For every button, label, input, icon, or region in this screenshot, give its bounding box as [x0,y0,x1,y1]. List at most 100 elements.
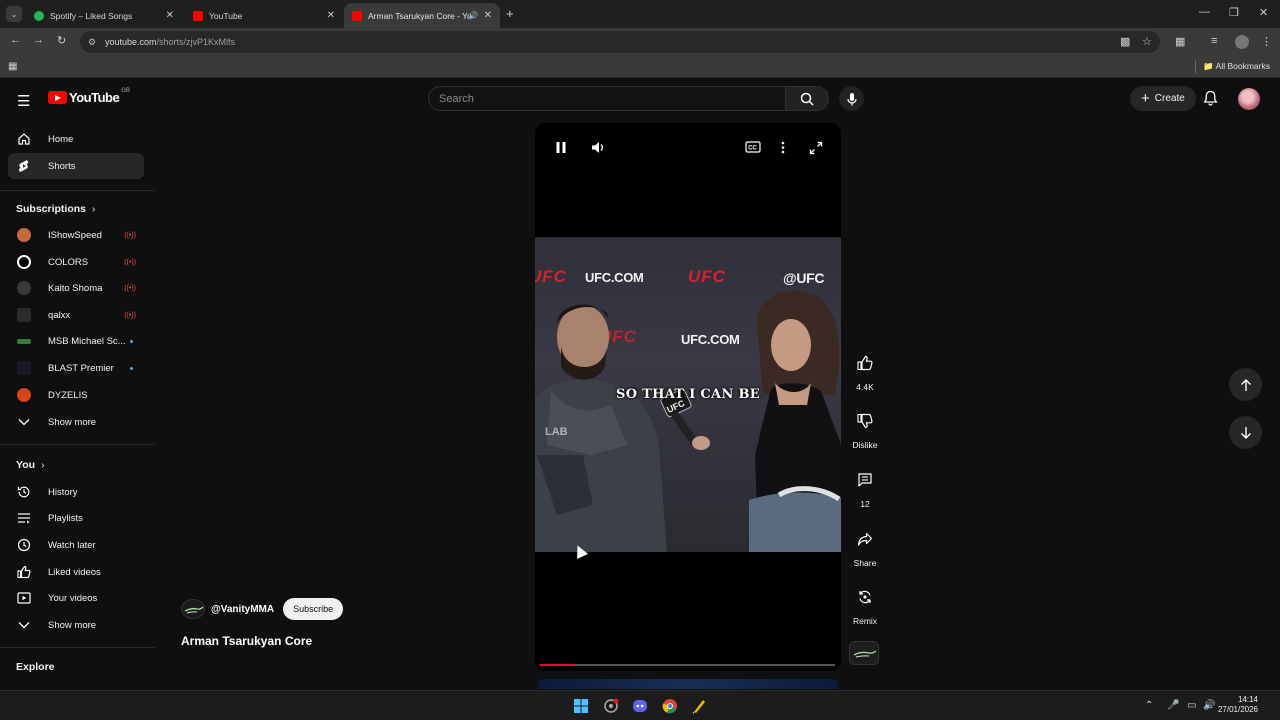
bookmark-star-icon[interactable]: ☆ [1142,35,1152,48]
short-title[interactable]: Arman Tsarukyan Core [181,634,312,648]
apps-grid-icon[interactable]: ▦ [8,61,17,72]
sidebar-item-channel[interactable]: BLAST Premier [8,355,144,381]
create-button[interactable]: + Create [1130,86,1196,111]
dislike-button[interactable] [848,404,882,438]
sidebar-item-channel[interactable]: IShowSpeed ((•)) [8,222,144,248]
show-more-label: Show more [48,416,97,428]
minimize-icon[interactable]: — [1199,6,1210,18]
tab-youtube[interactable]: YouTube ✕ [185,3,343,28]
new-tab-button[interactable]: + [506,6,514,21]
channel-name: MSB Michael Sc... [48,335,126,347]
channel-name: DYZELIS [48,389,88,401]
plus-icon: + [1141,90,1150,107]
fullscreen-icon[interactable] [809,141,823,158]
like-button[interactable] [848,346,882,380]
remix-label: Remix [852,616,878,626]
account-avatar[interactable] [1238,88,1260,110]
sidebar-item-your-videos[interactable]: Your videos [8,585,144,611]
search-button[interactable] [785,86,829,111]
tray-overflow-icon[interactable]: ⌃ [1145,700,1153,711]
you-header[interactable]: You › [16,459,44,471]
tab-search-button[interactable]: ⌄ [6,6,22,22]
subscribe-button[interactable]: Subscribe [283,598,344,620]
sidebar-item-playlists[interactable]: Playlists [8,505,144,531]
channel-avatar [16,333,32,349]
search-input[interactable]: Search [428,86,786,111]
menu-icon[interactable]: ☰ [17,92,30,110]
url-field[interactable]: ⚙ youtube.com/shorts/zjvP1KxMlfs [80,31,1160,53]
back-icon[interactable]: ← [10,34,21,46]
speaker-icon[interactable]: 🔊 [1203,700,1215,711]
audio-source-thumbnail[interactable] [849,641,879,665]
media-controls-icon[interactable]: ≡ [1211,35,1217,47]
sidebar-item-watch-later[interactable]: Watch later [8,532,144,558]
url-path: /shorts/zjvP1KxMlfs [156,37,236,47]
shorts-player[interactable]: CC UFC UFC.COM UFC @UFC UFC UFC.COM [535,123,841,671]
sidebar-item-channel[interactable]: DYZELIS [8,382,144,408]
pen-tool-app-icon[interactable] [691,698,707,714]
sidebar-item-channel[interactable]: COLORS ((•)) [8,249,144,275]
comments-button[interactable] [848,463,882,497]
tab-spotify[interactable]: Spotify – Liked Songs ✕ [26,3,182,28]
share-action[interactable]: Share [846,522,884,568]
chrome-icon[interactable] [662,698,678,714]
next-short-preview[interactable] [537,679,839,689]
comments-action[interactable]: 12 [846,463,884,509]
discord-icon[interactable] [632,698,648,714]
voice-search-button[interactable] [839,86,864,111]
captions-icon[interactable]: CC [745,141,761,156]
share-button[interactable] [848,522,882,556]
close-icon[interactable]: ✕ [166,10,174,21]
site-info-icon[interactable]: ⚙ [88,37,96,48]
all-bookmarks-button[interactable]: 📁 All Bookmarks [1203,61,1270,72]
subscriptions-header[interactable]: Subscriptions › [16,203,95,215]
sidebar-item-label: Shorts [48,160,76,172]
system-clock[interactable]: 14:14 27/01/2026 [1218,695,1258,715]
network-icon[interactable]: ▭ [1187,700,1196,711]
audio-playing-icon[interactable]: 🔊 [468,11,478,20]
video-frame: UFC UFC.COM UFC @UFC UFC UFC.COM LAB [535,237,841,552]
dislike-action[interactable]: Dislike [846,404,884,450]
channel-handle[interactable]: @VanityMMA [211,604,274,615]
remix-button[interactable] [848,580,882,614]
backdrop-url-text: UFC.COM [585,270,644,285]
pause-icon[interactable] [555,141,567,157]
youtube-logo[interactable]: YouTube GB [48,88,130,105]
windows-start-icon[interactable] [573,698,589,714]
sidebar-item-shorts[interactable]: Shorts [8,153,144,179]
close-icon[interactable]: ✕ [327,10,335,21]
install-app-icon[interactable]: ▩ [1120,35,1130,48]
close-icon[interactable]: ✕ [484,10,492,21]
reload-icon[interactable]: ↻ [57,34,66,47]
more-options-icon[interactable] [781,141,785,157]
sidebar-item-channel[interactable]: MSB Michael Sc... [8,328,144,354]
explore-header: Explore [16,661,55,673]
channel-avatar[interactable] [181,599,205,619]
forward-icon[interactable]: → [33,34,44,46]
sidebar-item-liked-videos[interactable]: Liked videos [8,559,144,585]
restore-icon[interactable]: ❐ [1229,6,1239,19]
sidebar-item-channel[interactable]: qalxx ((•)) [8,302,144,328]
comment-count: 12 [860,499,870,509]
sidebar-show-more[interactable]: Show more [8,612,144,638]
playback-progress-bar[interactable] [540,664,835,666]
browser-menu-icon[interactable]: ⋮ [1261,35,1272,48]
sidebar-item-history[interactable]: History [8,479,144,505]
sidebar-item-channel[interactable]: Kaito Shoma ((•)) [8,275,144,301]
remix-action[interactable]: Remix [846,580,884,626]
settings-app-icon[interactable] [603,698,619,714]
volume-icon[interactable] [591,141,605,157]
sidebar-show-more[interactable]: Show more [8,409,144,435]
youtube-favicon-icon [193,10,203,21]
extensions-icon[interactable]: ▦ [1175,35,1185,48]
profile-icon[interactable] [1235,35,1249,49]
sidebar-item-home[interactable]: Home [8,126,144,152]
next-short-button[interactable] [1229,416,1262,449]
tray-microphone-icon[interactable]: 🎤 [1167,700,1179,711]
url-host: youtube.com [105,37,157,47]
like-action[interactable]: 4.4K [846,346,884,392]
previous-short-button[interactable] [1229,368,1262,401]
tab-current-short[interactable]: Arman Tsarukyan Core - Yo 🔊 ✕ [344,3,500,28]
notifications-bell-icon[interactable] [1203,90,1218,106]
window-close-icon[interactable]: ✕ [1259,6,1268,19]
